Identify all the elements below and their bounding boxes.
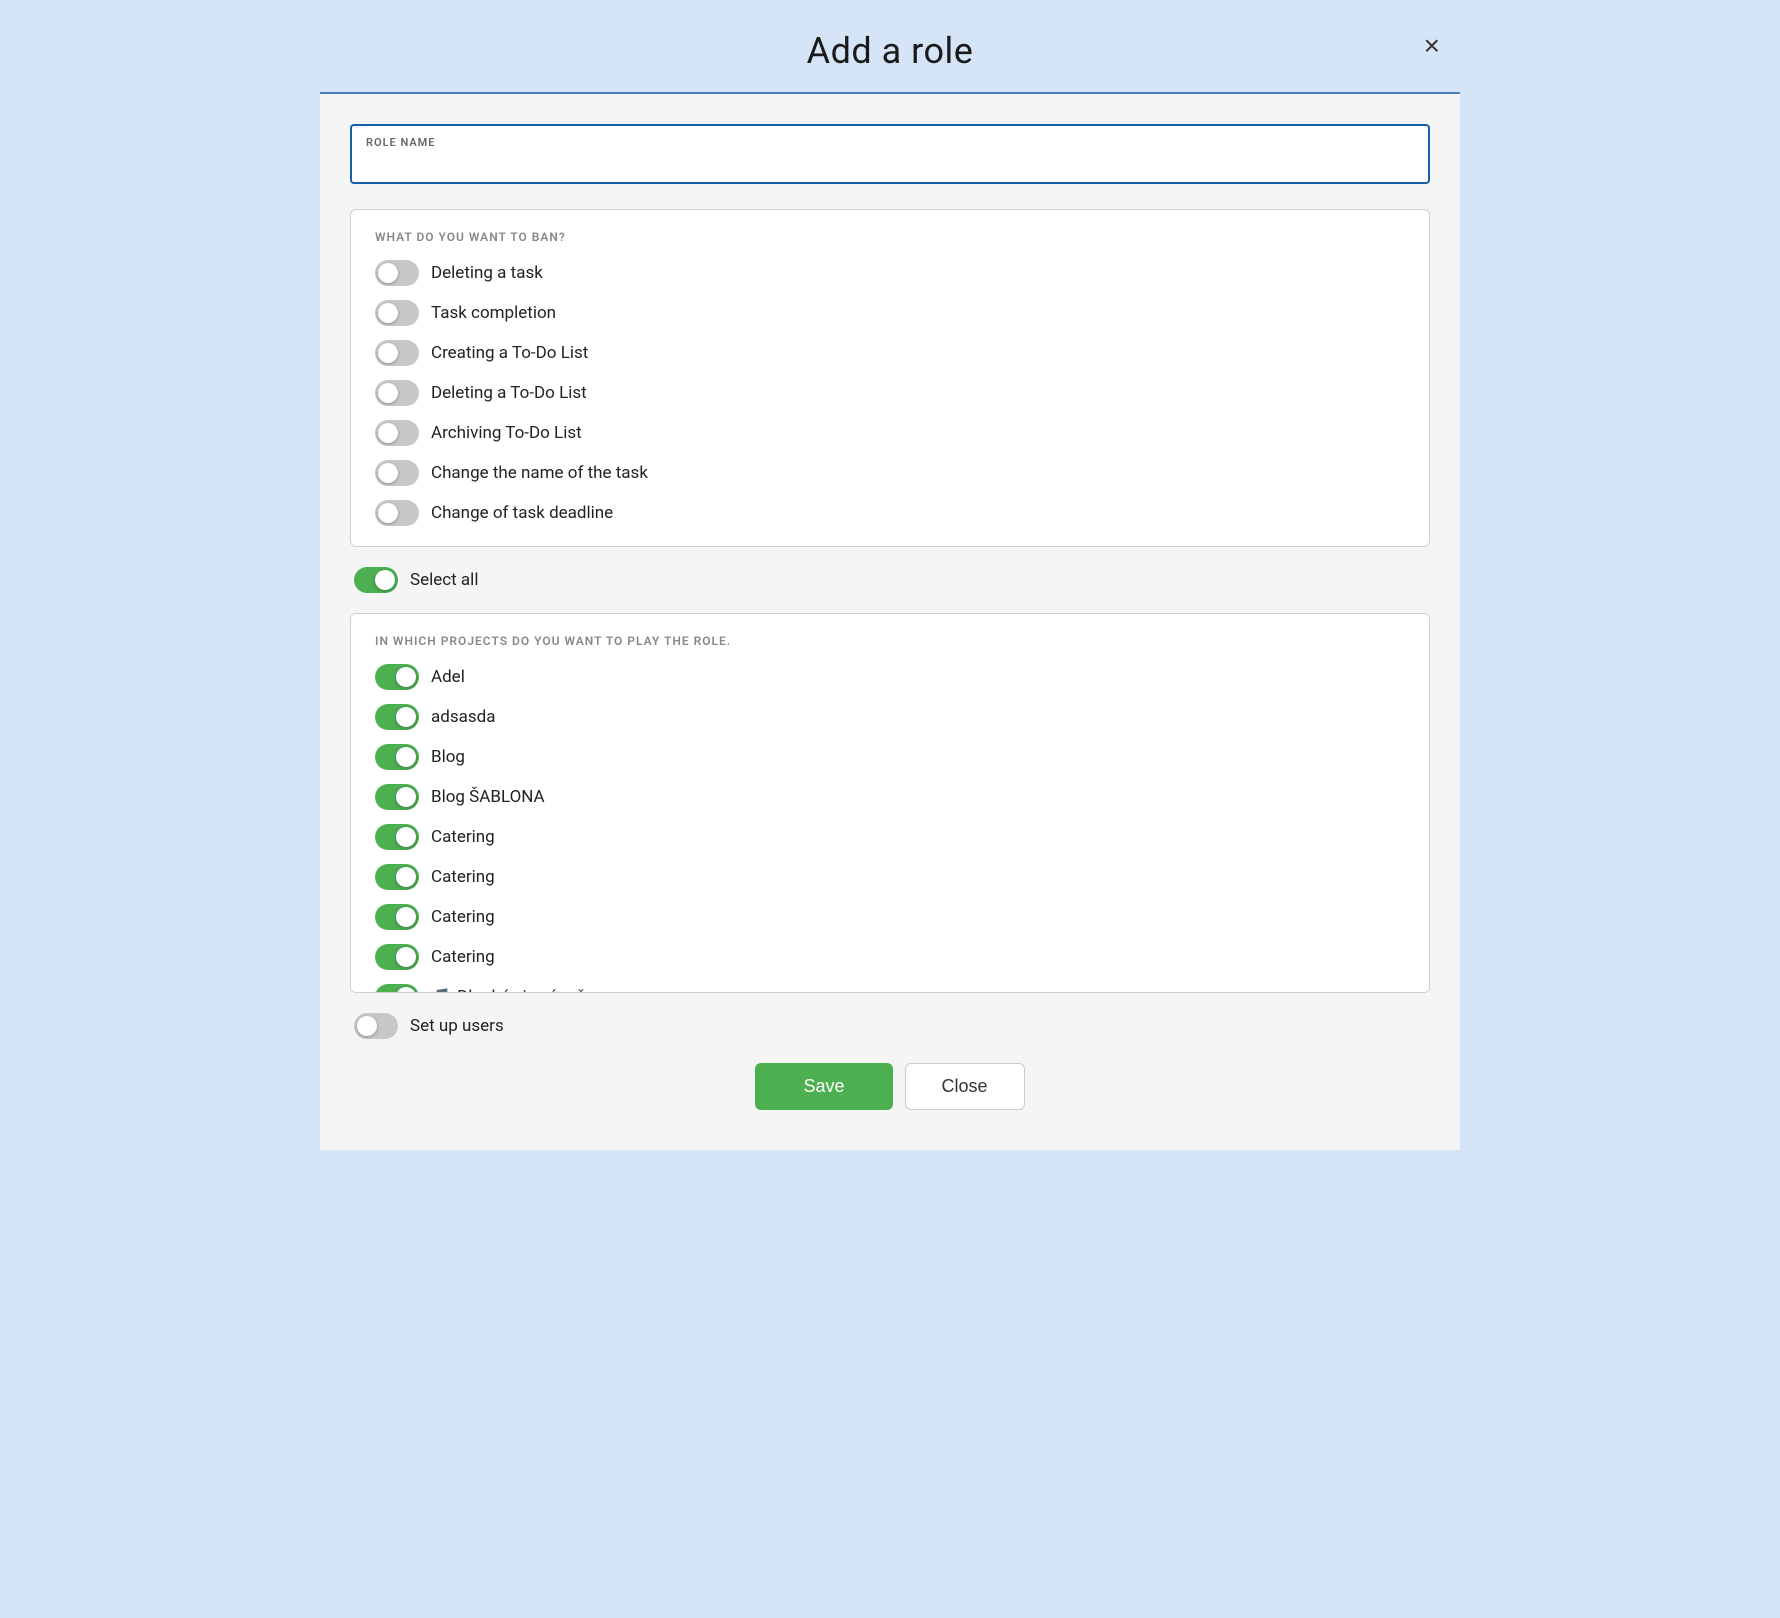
ban-label-archiving-todolist: Archiving To-Do List bbox=[431, 423, 582, 443]
toggle-deleting-todolist[interactable] bbox=[375, 380, 419, 406]
ban-item-change-task-deadline: Change of task deadline bbox=[375, 500, 1405, 526]
setup-users-label: Set up users bbox=[410, 1016, 504, 1036]
ban-item-task-completion: Task completion bbox=[375, 300, 1405, 326]
toggle-project-blog[interactable] bbox=[375, 744, 419, 770]
project-label-adel: Adel bbox=[431, 667, 465, 687]
ban-label-deleting-todolist: Deleting a To-Do List bbox=[431, 383, 587, 403]
project-label-blog-sablona: Blog ŠABLONA bbox=[431, 787, 545, 807]
project-item-blog-sablona: Blog ŠABLONA bbox=[375, 784, 1405, 810]
toggle-select-all[interactable] bbox=[354, 567, 398, 593]
role-name-label: ROLE NAME bbox=[366, 136, 1414, 149]
modal-container: Add a role × ROLE NAME WHAT DO YOU WANT … bbox=[320, 0, 1460, 1190]
ban-label-deleting-task: Deleting a task bbox=[431, 263, 543, 283]
toggle-project-catering-2[interactable] bbox=[375, 864, 419, 890]
toggle-archiving-todolist[interactable] bbox=[375, 420, 419, 446]
ban-label-change-task-name: Change the name of the task bbox=[431, 463, 648, 483]
project-emoji-dlouhe: 🎵 bbox=[431, 987, 451, 993]
toggle-setup-users[interactable] bbox=[354, 1013, 398, 1039]
role-name-field: ROLE NAME bbox=[350, 124, 1430, 184]
project-item-dlouhe-zimni-vecery: 🎵 Dlouhé zimní večery bbox=[375, 984, 1405, 993]
toggle-project-catering-4[interactable] bbox=[375, 944, 419, 970]
project-item-catering-3: Catering bbox=[375, 904, 1405, 930]
toggle-project-adel[interactable] bbox=[375, 664, 419, 690]
toggle-project-dlouhe-zimni-vecery[interactable] bbox=[375, 984, 419, 993]
project-item-adel: Adel bbox=[375, 664, 1405, 690]
project-label-dlouhe-zimni-vecery: 🎵 Dlouhé zimní večery bbox=[431, 987, 608, 993]
toggle-project-catering-1[interactable] bbox=[375, 824, 419, 850]
project-label-blog: Blog bbox=[431, 747, 465, 767]
project-label-catering-2: Catering bbox=[431, 867, 495, 887]
role-name-input[interactable] bbox=[366, 153, 1414, 174]
project-item-blog: Blog bbox=[375, 744, 1405, 770]
ban-item-change-task-name: Change the name of the task bbox=[375, 460, 1405, 486]
project-label-catering-3: Catering bbox=[431, 907, 495, 927]
toggle-project-catering-3[interactable] bbox=[375, 904, 419, 930]
toggle-project-adsasda[interactable] bbox=[375, 704, 419, 730]
toggle-deleting-task[interactable] bbox=[375, 260, 419, 286]
select-all-row: Select all bbox=[350, 567, 1430, 593]
toggle-creating-todolist[interactable] bbox=[375, 340, 419, 366]
project-item-adsasda: adsasda bbox=[375, 704, 1405, 730]
ban-item-creating-todolist: Creating a To-Do List bbox=[375, 340, 1405, 366]
projects-section: IN WHICH PROJECTS DO YOU WANT TO PLAY TH… bbox=[350, 613, 1430, 993]
ban-label-task-completion: Task completion bbox=[431, 303, 556, 323]
close-icon-button[interactable]: × bbox=[1424, 32, 1440, 60]
project-label-catering-1: Catering bbox=[431, 827, 495, 847]
ban-section-title: WHAT DO YOU WANT TO BAN? bbox=[375, 230, 1405, 244]
setup-users-row: Set up users bbox=[350, 1013, 1430, 1039]
project-label-adsasda: adsasda bbox=[431, 707, 495, 727]
ban-label-change-task-deadline: Change of task deadline bbox=[431, 503, 613, 523]
project-item-catering-1: Catering bbox=[375, 824, 1405, 850]
ban-item-deleting-task: Deleting a task bbox=[375, 260, 1405, 286]
ban-label-creating-todolist: Creating a To-Do List bbox=[431, 343, 588, 363]
toggle-task-completion[interactable] bbox=[375, 300, 419, 326]
modal-header: Add a role × bbox=[320, 0, 1460, 94]
role-name-section: ROLE NAME bbox=[350, 124, 1430, 184]
ban-section: WHAT DO YOU WANT TO BAN? Deleting a task… bbox=[350, 209, 1430, 547]
ban-item-archiving-todolist: Archiving To-Do List bbox=[375, 420, 1405, 446]
project-label-catering-4: Catering bbox=[431, 947, 495, 967]
toggle-change-task-deadline[interactable] bbox=[375, 500, 419, 526]
select-all-label: Select all bbox=[410, 570, 478, 590]
save-button[interactable]: Save bbox=[755, 1063, 892, 1110]
project-item-catering-4: Catering bbox=[375, 944, 1405, 970]
footer-buttons: Save Close bbox=[350, 1063, 1430, 1130]
toggle-project-blog-sablona[interactable] bbox=[375, 784, 419, 810]
modal-body: ROLE NAME WHAT DO YOU WANT TO BAN? Delet… bbox=[320, 94, 1460, 1150]
close-button[interactable]: Close bbox=[905, 1063, 1025, 1110]
projects-section-title: IN WHICH PROJECTS DO YOU WANT TO PLAY TH… bbox=[375, 634, 1405, 648]
project-item-catering-2: Catering bbox=[375, 864, 1405, 890]
ban-item-deleting-todolist: Deleting a To-Do List bbox=[375, 380, 1405, 406]
toggle-change-task-name[interactable] bbox=[375, 460, 419, 486]
modal-title: Add a role bbox=[807, 30, 974, 72]
